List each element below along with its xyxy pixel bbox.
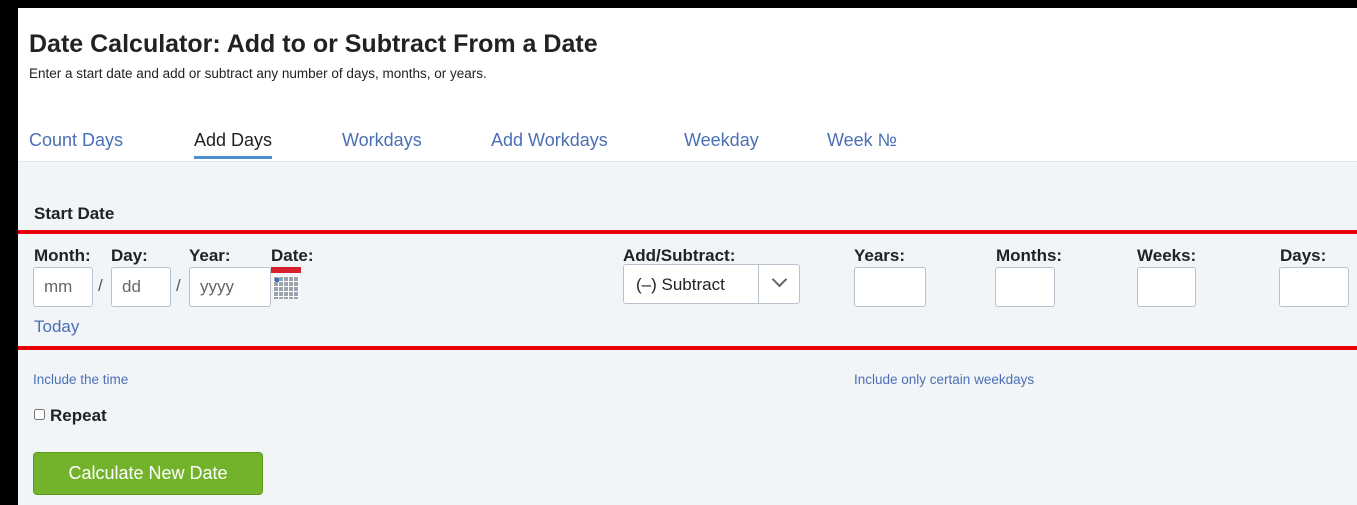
months-input[interactable]	[995, 267, 1055, 307]
page: Date Calculator: Add to or Subtract From…	[18, 8, 1357, 505]
add-subtract-selected: (–) Subtract	[636, 275, 725, 294]
years-label: Years:	[854, 246, 906, 265]
date-form-panel: Start Date Month: Day: Year: Date: / / T…	[18, 161, 1357, 505]
calculator-tabs: Count Days Add Days Workdays Add Workday…	[18, 124, 1357, 162]
tab-add-days[interactable]: Add Days	[194, 130, 273, 159]
tab-count-days[interactable]: Count Days	[29, 130, 123, 151]
days-input[interactable]	[1279, 267, 1349, 307]
year-label: Year:	[189, 246, 231, 265]
month-input[interactable]	[33, 267, 93, 307]
add-subtract-select[interactable]: (–) Subtract	[623, 264, 800, 304]
day-input[interactable]	[111, 267, 171, 307]
date-separator: /	[176, 276, 181, 295]
years-input[interactable]	[854, 267, 926, 307]
tab-workdays[interactable]: Workdays	[342, 130, 422, 151]
month-label: Month:	[34, 246, 91, 265]
date-label: Date:	[271, 246, 314, 265]
day-label: Day:	[111, 246, 148, 265]
tab-add-workdays[interactable]: Add Workdays	[491, 130, 608, 151]
weeks-label: Weeks:	[1137, 246, 1197, 265]
include-weekdays-link[interactable]: Include only certain weekdays	[854, 372, 1034, 387]
today-link[interactable]: Today	[34, 317, 79, 337]
page-title: Date Calculator: Add to or Subtract From…	[29, 30, 598, 58]
repeat-label: Repeat	[50, 406, 107, 425]
months-label: Months:	[996, 246, 1063, 265]
chevron-down-icon	[771, 271, 788, 288]
tab-week-number[interactable]: Week №	[827, 130, 897, 151]
weeks-input[interactable]	[1137, 267, 1196, 307]
year-input[interactable]	[189, 267, 271, 307]
calculate-button[interactable]: Calculate New Date	[33, 452, 263, 495]
page-subtitle: Enter a start date and add or subtract a…	[29, 66, 487, 81]
repeat-checkbox[interactable]	[34, 409, 45, 420]
add-subtract-label: Add/Subtract:	[623, 246, 736, 265]
tab-weekday[interactable]: Weekday	[684, 130, 759, 151]
calendar-icon[interactable]	[271, 267, 301, 301]
include-time-link[interactable]: Include the time	[33, 372, 128, 387]
date-separator: /	[98, 276, 103, 295]
section-title: Start Date	[34, 204, 115, 223]
days-label: Days:	[1280, 246, 1327, 265]
